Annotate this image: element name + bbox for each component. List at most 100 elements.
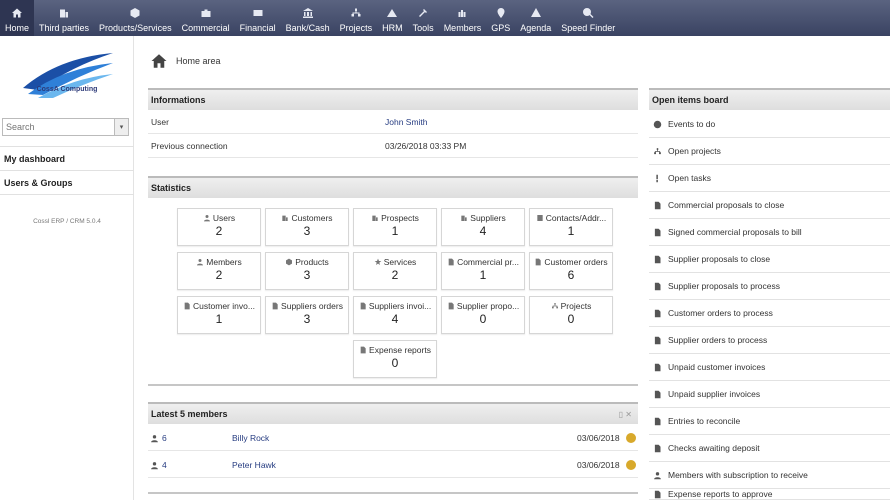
nav-item-financial[interactable]: Financial xyxy=(235,0,281,36)
briefcase-icon xyxy=(200,7,212,19)
open-item-supplier-proposals-to-close[interactable]: Supplier proposals to close xyxy=(649,246,890,273)
document-icon xyxy=(653,255,662,264)
stat-label: Products xyxy=(295,257,329,267)
stat-box-members[interactable]: Members 2 xyxy=(177,252,261,290)
panel-controls-icon[interactable]: ▯ ✕ xyxy=(619,410,632,419)
stat-box-suppliers-orders[interactable]: Suppliers orders 3 xyxy=(265,296,349,334)
document-icon xyxy=(654,309,661,317)
document-icon xyxy=(654,255,661,263)
open-item-open-tasks[interactable]: Open tasks xyxy=(649,165,890,192)
nav-label: Members xyxy=(443,23,482,33)
document-icon xyxy=(654,336,661,344)
nav-item-members[interactable]: Members xyxy=(439,0,487,36)
stat-box-customers[interactable]: Customers 3 xyxy=(265,208,349,246)
stat-box-prospects[interactable]: Prospects 1 xyxy=(353,208,437,246)
member-row: 6 Billy Rock 03/06/2018 xyxy=(148,426,638,451)
stat-box-users[interactable]: Users 2 xyxy=(177,208,261,246)
member-name[interactable]: Peter Hawk xyxy=(232,460,276,470)
member-id[interactable]: 6 xyxy=(162,433,167,443)
search-input[interactable] xyxy=(3,119,114,135)
sidebar-item-my-dashboard[interactable]: My dashboard xyxy=(4,154,65,164)
document-icon xyxy=(653,490,662,499)
open-item-entries-to-reconcile[interactable]: Entries to reconcile xyxy=(649,408,890,435)
open-item-unpaid-supplier-invoices[interactable]: Unpaid supplier invoices xyxy=(649,381,890,408)
building-icon xyxy=(372,215,378,221)
stat-value: 1 xyxy=(479,268,487,282)
stat-label: Customer invo... xyxy=(193,301,255,311)
open-item-members-with-subscription-to-receive[interactable]: Members with subscription to receive xyxy=(649,462,890,489)
user-link[interactable]: John Smith xyxy=(385,117,428,127)
nav-item-commercial[interactable]: Commercial xyxy=(177,0,235,36)
stat-box-contacts-addr[interactable]: Contacts/Addr... 1 xyxy=(529,208,613,246)
user-icon xyxy=(197,259,204,266)
stat-box-suppliers-invoi[interactable]: Suppliers invoi... 4 xyxy=(353,296,437,334)
page-header: Home area xyxy=(150,52,221,70)
stat-box-supplier-propo[interactable]: Supplier propo... 0 xyxy=(441,296,525,334)
nav-item-home[interactable]: Home xyxy=(0,0,35,36)
stat-box-customer-invo[interactable]: Customer invo... 1 xyxy=(177,296,261,334)
member-id[interactable]: 4 xyxy=(162,460,167,470)
nav-item-agenda[interactable]: Agenda xyxy=(515,0,556,36)
open-item-signed-commercial-proposals-to-bill[interactable]: Signed commercial proposals to bill xyxy=(649,219,890,246)
open-item-supplier-orders-to-process[interactable]: Supplier orders to process xyxy=(649,327,890,354)
nav-label: Projects xyxy=(339,23,373,33)
member-row: 4 Peter Hawk 03/06/2018 xyxy=(148,453,638,478)
stat-value: 1 xyxy=(391,224,399,238)
bank-icon xyxy=(302,7,314,19)
open-item-events-to-do[interactable]: Events to do xyxy=(649,111,890,138)
open-item-commercial-proposals-to-close[interactable]: Commercial proposals to close xyxy=(649,192,890,219)
nav-item-third-parties[interactable]: Third parties xyxy=(34,0,94,36)
nav-item-hrm[interactable]: HRM xyxy=(377,0,408,36)
project-icon xyxy=(351,8,361,17)
stat-box-expense-reports[interactable]: Expense reports 0 xyxy=(353,340,437,378)
search-dropdown-button[interactable]: ▾ xyxy=(114,119,128,135)
member-name[interactable]: Billy Rock xyxy=(232,433,269,443)
open-item-checks-awaiting-deposit[interactable]: Checks awaiting deposit xyxy=(649,435,890,462)
nav-label: Tools xyxy=(412,23,434,33)
stat-box-services[interactable]: Services 2 xyxy=(353,252,437,290)
document-icon xyxy=(359,346,367,354)
sidebar-divider xyxy=(0,170,134,171)
latest-members-title: Latest 5 members xyxy=(151,409,228,419)
stat-label: Members xyxy=(206,257,242,267)
user-icon xyxy=(151,461,158,469)
open-item-unpaid-customer-invoices[interactable]: Unpaid customer invoices xyxy=(649,354,890,381)
nav-item-bank-cash[interactable]: Bank/Cash xyxy=(281,0,335,36)
open-item-expense-reports-to-approve[interactable]: Expense reports to approve xyxy=(649,489,890,500)
stat-label: Projects xyxy=(560,301,592,311)
document-icon xyxy=(654,201,661,209)
stat-box-customer-orders[interactable]: Customer orders 6 xyxy=(529,252,613,290)
nav-item-tools[interactable]: Tools xyxy=(408,0,439,36)
nav-label: GPS xyxy=(491,23,511,33)
nav-item-speed-finder[interactable]: Speed Finder xyxy=(556,0,620,36)
nav-item-projects[interactable]: Projects xyxy=(335,0,378,36)
nav-item-gps[interactable]: GPS xyxy=(486,0,515,36)
document-icon xyxy=(653,336,662,345)
open-item-open-projects[interactable]: Open projects xyxy=(649,138,890,165)
building-icon xyxy=(60,9,69,18)
cube-icon xyxy=(285,258,293,266)
divider xyxy=(148,384,638,386)
open-item-customer-orders-to-process[interactable]: Customer orders to process xyxy=(649,300,890,327)
nav-label: Home xyxy=(5,23,30,33)
cube-icon xyxy=(286,258,293,266)
sidebar-item-users-groups[interactable]: Users & Groups xyxy=(4,178,73,188)
stat-box-commercial-pr[interactable]: Commercial pr... 1 xyxy=(441,252,525,290)
stat-label: Customer orders xyxy=(544,257,608,267)
stat-box-projects[interactable]: Projects 0 xyxy=(529,296,613,334)
member-date: 03/06/2018 xyxy=(577,433,620,443)
top-nav: Home Third parties Products/Services Commer… xyxy=(0,0,890,36)
home-icon xyxy=(12,8,22,18)
stat-box-suppliers[interactable]: Suppliers 4 xyxy=(441,208,525,246)
project-icon xyxy=(654,147,661,154)
search-box: ▾ xyxy=(2,118,129,136)
open-item-supplier-proposals-to-process[interactable]: Supplier proposals to process xyxy=(649,273,890,300)
agenda-icon xyxy=(530,7,542,19)
nav-item-products-services[interactable]: Products/Services xyxy=(94,0,177,36)
service-icon xyxy=(374,258,382,265)
open-item-label: Signed commercial proposals to bill xyxy=(668,227,802,237)
stat-value: 3 xyxy=(303,224,311,238)
stat-box-products[interactable]: Products 3 xyxy=(265,252,349,290)
project-icon xyxy=(350,7,362,19)
building-icon xyxy=(460,214,468,222)
